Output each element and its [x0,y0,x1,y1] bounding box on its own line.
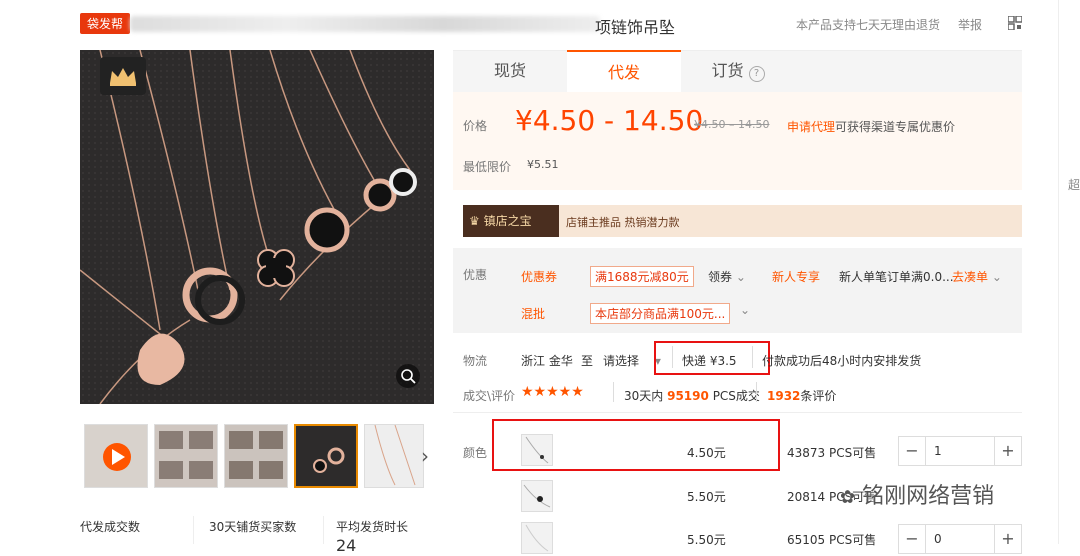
apply-agent[interactable]: 申请代理可获得渠道专属优惠价 [787,118,955,135]
min-price-label: 最低限价 [463,160,512,174]
promo-text: 店铺主推品 热销潜力款 [566,216,680,229]
chevron-down-icon: ⌄ [735,270,746,284]
express-fee: 快递 ¥3.5 [682,354,737,368]
origin: 浙江 金华 [521,354,573,368]
coupon-label: 优惠 [463,268,488,282]
deals-unit: PCS成交 [712,389,760,403]
apply-agent-tip: 可获得渠道专属优惠价 [835,120,956,134]
deals-label: 成交\评价 [463,389,516,403]
qr-code-icon[interactable] [1008,16,1022,30]
price-label: 价格 [463,119,488,133]
reviews-link[interactable]: 1932条评价 [767,387,836,404]
coupon-mixed[interactable]: 本店部分商品满100元... [590,303,731,324]
stat-buyers-label: 30天铺货买家数 [209,520,297,534]
mixed-batch-title: 混批 [521,307,546,321]
plus-button[interactable]: + [995,525,1021,553]
chevron-down-icon: ⌄ [991,270,1002,284]
color-price-3: 5.50元 [687,533,726,547]
thumbnail-4-selected[interactable] [294,424,358,488]
go-collect-label: 去凑单 [952,270,989,284]
color-stock-1: 43873 PCS可售 [787,446,877,460]
shop-badge[interactable]: 袋发帮 [80,13,131,34]
apply-agent-link[interactable]: 申请代理 [787,120,835,134]
watermark: ✿ 铭刚网络营销 [840,478,994,510]
help-icon[interactable]: ? [748,66,765,82]
wechat-icon: ✿ [840,487,856,508]
product-main-image[interactable] [80,50,434,404]
promo-badge-label: 镇店之宝 [483,214,532,228]
return-policy: 本产品支持七天无理由退货 [796,18,941,32]
thumbnail-3[interactable] [224,424,288,488]
original-price: ¥4.50 – 14.50 [694,118,770,131]
report-link[interactable]: 举报 [958,16,982,33]
thumbnail-5[interactable] [364,424,424,488]
color-swatch-3[interactable] [521,522,553,554]
logistics-label: 物流 [463,354,488,368]
quantity-input-1[interactable]: 1 [925,437,995,465]
stat-orders-label: 代发成交数 [80,520,141,534]
new-user-tag: 新人专享 [772,270,821,284]
crown-icon [100,57,146,95]
coupon-title: 优惠券 [521,270,558,284]
rating-stars: ★★★★★ [521,384,584,400]
next-arrow-icon[interactable]: › [421,444,429,468]
to-label: 至 [581,354,594,368]
stat-ship-time-value: 24 [336,536,357,555]
deals-count: 95190 [667,389,709,403]
quantity-stepper-1[interactable]: − 1 + [898,436,1022,466]
min-price-value: ¥5.51 [527,158,559,171]
watermark-text: 铭刚网络营销 [862,484,995,509]
video-thumbnail[interactable] [84,424,148,488]
plus-button[interactable]: + [995,437,1021,465]
side-panel [1058,0,1080,544]
get-coupon-label: 领券 [708,270,733,284]
color-price-2: 5.50元 [687,490,726,504]
destination-select[interactable]: 请选择 ▾ [603,352,661,369]
thumbnail-2[interactable] [154,424,218,488]
color-swatch-2[interactable] [521,480,553,512]
stat-ship-time-label: 平均发货时长 [336,520,409,534]
tab-in-stock[interactable]: 现货 [453,50,567,92]
blurred-title [130,16,600,32]
price-range: ¥4.50 - 14.50 [515,104,704,137]
chevron-down-icon[interactable]: ⌄ [740,303,750,317]
color-label: 颜色 [463,446,488,460]
zoom-icon[interactable] [396,364,420,388]
minus-button[interactable]: − [899,525,925,553]
ship-note: 付款成功后48小时内安排发货 [762,354,922,368]
new-user-desc: 新人单笔订单满0.0... [839,270,954,284]
minus-button[interactable]: − [899,437,925,465]
reviews-unit: 条评价 [800,389,837,403]
promo-badge: ♛ 镇店之宝 [463,205,559,237]
side-panel-text: 超 [1068,178,1080,192]
deals-summary: 30天内 95190 PCS成交 [624,387,760,404]
color-price-1: 4.50元 [687,446,726,460]
product-title: 项链饰吊坠 [595,18,676,37]
quantity-input-3[interactable]: 0 [925,525,995,553]
tab-dropship[interactable]: 代发 [567,50,681,92]
medal-icon: ♛ [469,214,480,228]
quantity-stepper-3[interactable]: − 0 + [898,524,1022,554]
color-stock-3: 65105 PCS可售 [787,533,877,547]
color-swatch-1[interactable] [521,434,553,466]
destination-select-label: 请选择 [603,354,640,368]
coupon-1688[interactable]: 满1688元减80元 [590,266,694,287]
deals-days: 30天内 [624,389,664,403]
reviews-count: 1932 [767,389,801,403]
go-collect-link[interactable]: 去凑单 ⌄ [952,268,1002,285]
get-coupon[interactable]: 领券 ⌄ [708,268,746,285]
tab-preorder[interactable]: 订货 ? [681,50,795,92]
